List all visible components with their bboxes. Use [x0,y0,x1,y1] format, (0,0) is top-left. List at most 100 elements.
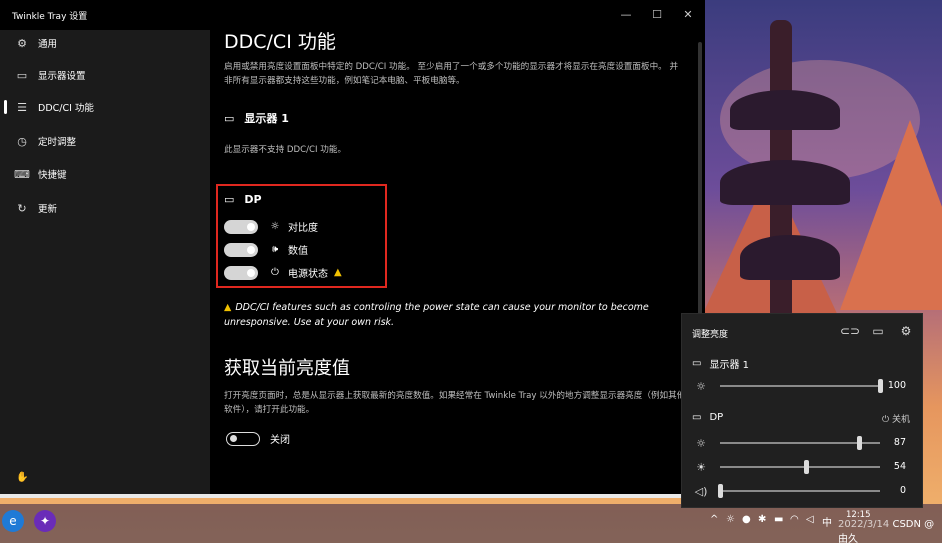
feature-label: 数值 [288,246,308,257]
gear-icon[interactable]: ⚙ [897,324,915,338]
toggle-state-label: 关闭 [270,435,290,446]
power-state-toggle[interactable] [224,265,258,280]
monitor-icon: ▭ [16,68,28,82]
gear-icon: ⚙ [17,36,27,50]
close-button[interactable]: ✕ [678,6,698,24]
volume-tray-icon[interactable]: ◁ [806,514,814,525]
slider-thumb[interactable] [857,436,863,450]
keyboard-icon: ⌨ [14,167,30,181]
slider-track[interactable] [720,466,880,468]
sidebar-item-schedule[interactable]: ◷ 定时调整 [0,128,210,154]
slider-thumb[interactable] [718,484,723,498]
wallpaper-foliage [720,160,850,205]
volume-toggle[interactable] [224,242,258,257]
laptop-icon: ▭ [692,358,702,369]
sidebar-item-label: 更新 [38,204,58,215]
ddc-warning: ▲ DDC/CI features such as controling the … [224,300,684,330]
power-label: 关机 [891,415,910,425]
slider-thumb[interactable] [804,460,810,474]
monitor-name: 显示器 1 [709,360,749,371]
monitor-1-name: 显示器 1 [244,112,289,125]
twinkle-tray-icon[interactable]: ✦ [34,510,56,532]
feature-row-power: ⏻ 电源状态 ▲ [224,265,342,280]
ime-indicator[interactable]: 中 [822,514,832,529]
slider-track[interactable] [720,385,880,387]
slider-value: 0 [899,485,906,496]
warning-icon: ▲ [224,302,232,313]
settings-window: Twinkle Tray 设置 — ☐ ✕ ⚙ 通用 ▭ 显示器设置 ☰ DDC… [0,0,705,498]
sliders-icon: ☰ [17,100,27,114]
slider-value: 54 [893,461,906,472]
sidebar: ⚙ 通用 ▭ 显示器设置 ☰ DDC/CI 功能 ◷ 定时调整 ⌨ 快捷键 ↻ … [0,30,210,494]
dp-volume-slider[interactable]: ◁) 0 [692,483,916,499]
sidebar-item-label: 显示器设置 [38,71,86,82]
wallpaper-foliage [730,90,840,130]
power-off-button[interactable]: ⏻ 关机 [882,412,910,425]
slider-track[interactable] [720,490,880,492]
warning-text: DDC/CI features such as controling the p… [224,302,649,328]
dp-contrast-slider[interactable]: ☀ 54 [692,459,916,475]
monitor-off-icon[interactable]: ▭ [869,324,887,338]
monitor-1-brightness-slider[interactable]: ☼ 100 [692,378,916,394]
sidebar-item-hotkeys[interactable]: ⌨ 快捷键 [0,161,210,187]
clock-icon: ◷ [17,134,27,148]
sidebar-item-label: 定时调整 [38,137,77,148]
hand-icon: ✋ [16,472,29,483]
sidebar-item-updates[interactable]: ↻ 更新 [0,195,210,221]
chevron-up-icon[interactable]: ^ [710,514,718,525]
dp-monitor-heading: ▭ DP [224,193,262,206]
monitor-name: DP [709,412,724,423]
sidebar-item-monitor-settings[interactable]: ▭ 显示器设置 [0,62,210,88]
sun-icon: ☼ [270,221,280,232]
page-description: 启用或禁用亮度设置面板中特定的 DDC/CI 功能。 至少启用了一个或多个功能的… [224,62,679,86]
title-bar: Twinkle Tray 设置 — ☐ ✕ [0,0,705,30]
sidebar-item-label: 通用 [38,39,58,50]
date-text: 2022/3/14 [838,519,890,530]
maximize-button[interactable]: ☐ [647,6,667,24]
page-title: DDC/CI 功能 [224,31,336,53]
taskbar [0,504,942,543]
dp-brightness-slider[interactable]: ☼ 87 [692,435,916,451]
brightness-section-title: 获取当前亮度值 [224,358,350,379]
refresh-icon: ↻ [17,201,27,215]
twinkle-tray-tray-icon[interactable]: ☼ [726,514,735,525]
monitor-icon: ▭ [692,412,702,423]
minimize-button[interactable]: — [616,6,636,24]
wifi-icon[interactable]: ◠ [790,514,799,525]
edge-icon[interactable]: e [2,510,24,532]
sidebar-item-general[interactable]: ⚙ 通用 [0,30,210,56]
wechat-icon[interactable]: ● [742,514,751,525]
flyout-monitor-1: ▭ 显示器 1 [692,356,749,371]
contrast-icon: ☀ [696,460,706,474]
sidebar-item-ddc-ci[interactable]: ☰ DDC/CI 功能 [0,94,210,120]
monitor-icon: ▭ [224,193,235,206]
slider-value: 87 [893,437,906,448]
contrast-toggle[interactable] [224,219,258,234]
power-icon: ⏻ [881,415,890,425]
sun-icon: ☼ [696,436,706,450]
warning-icon: ▲ [334,267,342,278]
window-title: Twinkle Tray 设置 [12,12,88,22]
watermark: 2022/3/14 CSDN @由久 [838,519,942,543]
slider-thumb[interactable] [878,379,883,393]
power-icon: ⏻ [271,267,279,278]
feature-label: 对比度 [288,223,318,234]
sun-icon: ☼ [696,379,706,393]
brightness-flyout: 调整亮度 ⊂⊃ ▭ ⚙ ▭ 显示器 1 ☼ 100 ▭ DP ⏻ 关机 ☼ 87… [681,313,923,508]
feature-row-volume: 🕪 数值 [224,242,308,257]
sidebar-item-label: 快捷键 [38,170,67,181]
display-icon[interactable]: ▬ [774,514,783,525]
sidebar-item-label: DDC/CI 功能 [38,103,94,114]
monitor-1-note: 此显示器不支持 DDC/CI 功能。 [224,145,347,155]
wallpaper-foliage [740,235,840,280]
bluetooth-icon[interactable]: ✱ [758,514,766,525]
volume-icon: ◁) [694,484,708,498]
refresh-brightness-toggle[interactable] [226,431,260,446]
window-border [0,494,705,498]
refresh-brightness-row: 关闭 [226,431,290,446]
link-icon[interactable]: ⊂⊃ [840,324,860,338]
slider-value: 100 [887,380,906,391]
dp-monitor-name: DP [244,193,262,206]
slider-track[interactable] [720,442,880,444]
feature-row-contrast: ☼ 对比度 [224,219,318,234]
